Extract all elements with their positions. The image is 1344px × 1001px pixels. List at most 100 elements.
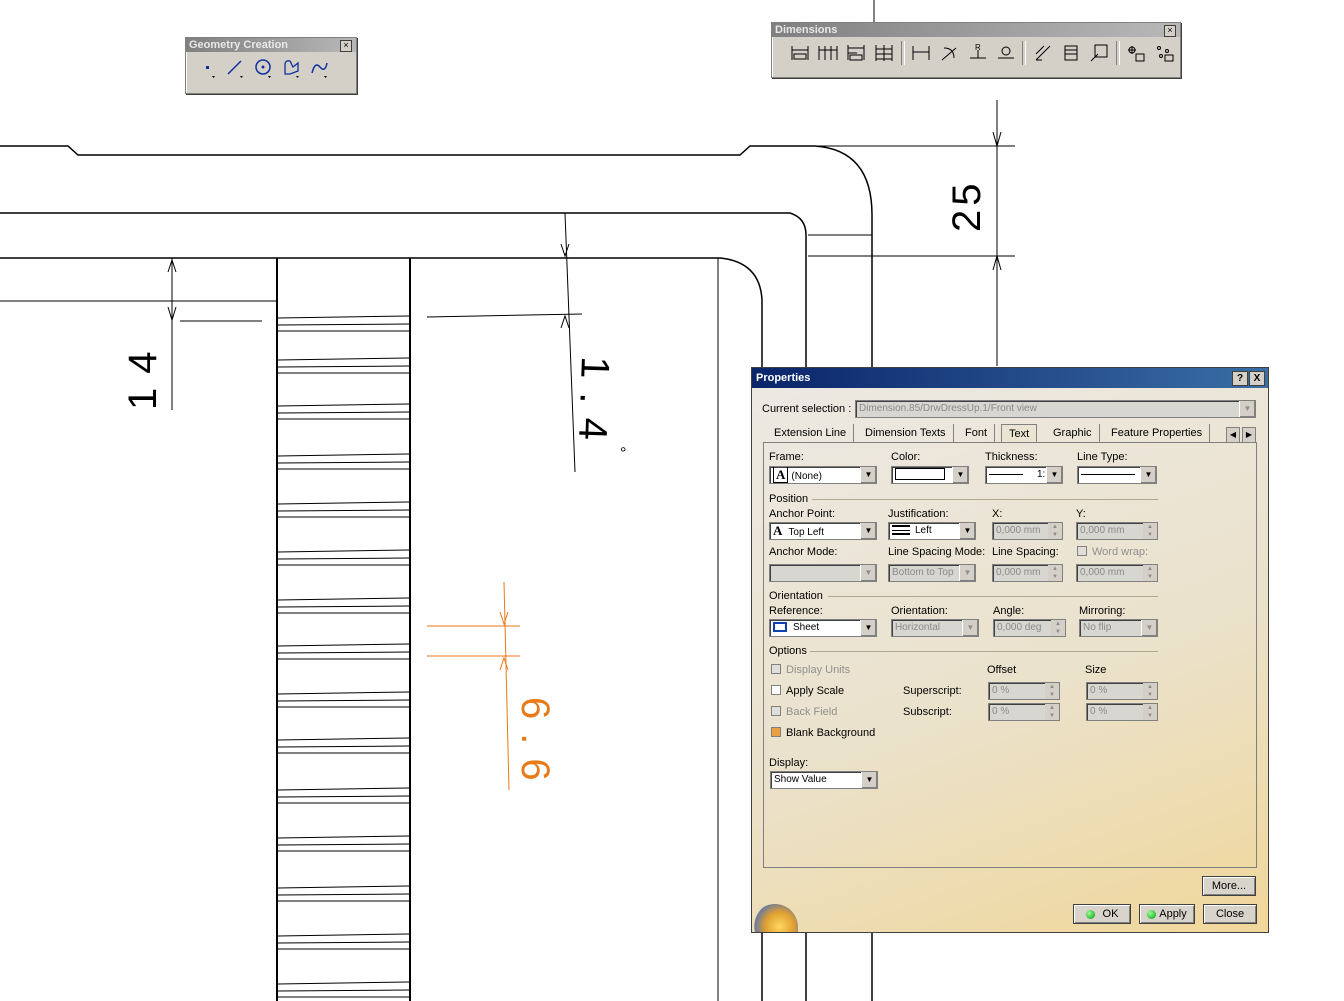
tab-feature-properties[interactable]: Feature Properties [1104, 424, 1211, 442]
superscript-size-spinner-icon[interactable]: ▲ ▼ [1143, 683, 1157, 699]
line-icon[interactable] [224, 56, 248, 80]
chevron-down-icon[interactable]: ▼ [1140, 467, 1156, 483]
thread-dimension-icon[interactable] [1059, 41, 1082, 65]
hatch-line [277, 981, 410, 985]
chevron-down-icon[interactable]: ▼ [952, 467, 968, 483]
dimensions-icon[interactable] [788, 41, 811, 65]
dimensions-toolbar[interactable]: Dimensions × R [771, 22, 1181, 78]
dimension-6-6[interactable] [427, 581, 520, 791]
ok-button[interactable]: OK [1073, 904, 1131, 924]
color-select[interactable]: ▼ [891, 466, 969, 484]
reference-select[interactable]: Sheet ▼ [769, 619, 877, 637]
apply-scale-checkbox[interactable] [771, 685, 781, 695]
chevron-down-icon[interactable]: ▼ [962, 620, 978, 636]
y-field[interactable]: 0,000 mm ▲ ▼ [1076, 522, 1158, 540]
tab-scroll-left-icon[interactable]: ◀ [1226, 427, 1240, 443]
chevron-down-icon[interactable]: ▼ [1239, 401, 1255, 417]
toolbar-close-button[interactable]: × [1164, 25, 1176, 37]
display-label: Display: [769, 757, 809, 769]
y-spinner-icon[interactable]: ▲ ▼ [1143, 523, 1157, 539]
angle-spinner-icon[interactable]: ▲ ▼ [1051, 620, 1065, 636]
more-button[interactable]: More... [1202, 876, 1256, 896]
profile-icon[interactable] [280, 56, 304, 80]
toolbar-separator [1022, 41, 1027, 65]
chamfer-dimension-icon[interactable] [1031, 41, 1054, 65]
superscript-offset-field[interactable]: 0 % ▲ ▼ [988, 682, 1060, 700]
chevron-down-icon[interactable]: ▼ [860, 620, 876, 636]
apply-green-light-icon [1147, 909, 1157, 919]
subscript-offset-spinner-icon[interactable]: ▲ ▼ [1045, 704, 1059, 720]
word-wrap-checkbox[interactable] [1077, 546, 1087, 556]
display-select[interactable]: Show Value ▼ [770, 771, 878, 789]
subscript-offset-field[interactable]: 0 % ▲ ▼ [988, 703, 1060, 721]
chevron-down-icon[interactable]: ▼ [959, 565, 975, 581]
x-spinner-icon[interactable]: ▲ ▼ [1048, 523, 1062, 539]
angle-dimension-icon[interactable] [938, 41, 961, 65]
justification-select[interactable]: Left ▼ [888, 522, 976, 540]
subscript-size-field[interactable]: 0 % ▲ ▼ [1086, 703, 1158, 721]
current-selection-field[interactable]: Dimension.85/DrwDressUp.1/Front view ▼ [855, 400, 1256, 418]
angle-value: 0,000 deg [997, 622, 1042, 633]
tab-graphic[interactable]: Graphic [1046, 424, 1100, 442]
orientation-select[interactable]: Horizontal ▼ [891, 619, 979, 637]
chevron-down-icon[interactable]: ▼ [861, 772, 877, 788]
tab-extension-line[interactable]: Extension Line [767, 424, 855, 442]
apply-button[interactable]: Apply [1139, 904, 1195, 924]
chevron-down-icon[interactable]: ▼ [959, 523, 975, 539]
diameter-dimension-icon[interactable] [994, 41, 1017, 65]
tab-dimension-texts[interactable]: Dimension Texts [858, 424, 954, 442]
chevron-down-icon[interactable]: ▼ [1141, 620, 1157, 636]
hatch-line [277, 787, 410, 791]
line-spacing-mode-select[interactable]: Bottom to Top ▼ [888, 564, 976, 582]
dialog-title: Properties [756, 372, 811, 384]
color-swatch [895, 468, 945, 481]
chevron-down-icon[interactable]: ▼ [1046, 467, 1062, 483]
tab-text[interactable]: Text [1001, 424, 1038, 442]
spline-icon[interactable] [308, 56, 332, 80]
blank-background-checkbox[interactable] [771, 727, 781, 737]
toolbar-close-button[interactable]: × [340, 40, 352, 52]
subscript-size-spinner-icon[interactable]: ▲ ▼ [1143, 704, 1157, 720]
mirroring-select[interactable]: No flip ▼ [1079, 619, 1158, 637]
word-wrap-spinner-icon[interactable]: ▲ ▼ [1143, 565, 1157, 581]
dialog-title-bar[interactable]: Properties ? X [752, 368, 1268, 388]
chevron-down-icon[interactable]: ▼ [860, 565, 876, 581]
tab-scroll-right-icon[interactable]: ▶ [1242, 427, 1256, 443]
anchor-point-select[interactable]: A Top Left ▼ [769, 522, 877, 540]
circle-icon[interactable] [252, 56, 276, 80]
help-button[interactable]: ? [1232, 371, 1248, 386]
stacked-dimensions-icon[interactable] [873, 41, 896, 65]
length-distance-icon[interactable] [910, 41, 933, 65]
superscript-offset-spinner-icon[interactable]: ▲ ▼ [1045, 683, 1059, 699]
dimension-14[interactable] [167, 258, 262, 410]
point-icon[interactable] [196, 56, 220, 80]
anchor-mode-select[interactable]: ▼ [769, 564, 877, 582]
x-field[interactable]: 0,000 mm ▲ ▼ [992, 522, 1063, 540]
cumulated-dimensions-icon[interactable] [844, 41, 867, 65]
display-units-checkbox[interactable] [771, 664, 781, 674]
chevron-down-icon[interactable]: ▼ [860, 523, 876, 539]
frame-select[interactable]: A (None) ▼ [769, 466, 877, 484]
radius-dimension-icon[interactable]: R [966, 41, 989, 65]
geometry-creation-toolbar[interactable]: Geometry Creation × [185, 37, 357, 94]
angle-field[interactable]: 0,000 deg ▲ ▼ [993, 619, 1066, 637]
tab-font[interactable]: Font [958, 424, 996, 442]
line-spacing-spinner-icon[interactable]: ▲ ▼ [1048, 565, 1062, 581]
back-field-checkbox[interactable] [771, 706, 781, 716]
close-button[interactable]: Close [1203, 904, 1257, 924]
line-spacing-field[interactable]: 0,000 mm ▲ ▼ [992, 564, 1063, 582]
chevron-down-icon[interactable]: ▼ [860, 467, 876, 483]
point-coordinate-table-icon[interactable] [1153, 41, 1176, 65]
word-wrap-value: 0,000 mm [1080, 567, 1125, 578]
word-wrap-field[interactable]: 0,000 mm ▲ ▼ [1076, 564, 1158, 582]
line-type-icon [1081, 473, 1135, 475]
coordinate-dimension-icon[interactable] [1088, 41, 1111, 65]
dimension-1-4[interactable] [426, 212, 583, 473]
chained-dimensions-icon[interactable] [816, 41, 839, 65]
close-icon[interactable]: X [1249, 371, 1265, 386]
hole-table-icon[interactable] [1125, 41, 1148, 65]
superscript-size-field[interactable]: 0 % ▲ ▼ [1086, 682, 1158, 700]
current-selection-value: Dimension.85/DrwDressUp.1/Front view [859, 403, 1037, 414]
line-type-select[interactable]: ▼ [1077, 466, 1157, 484]
thickness-select[interactable]: 1: ▼ [985, 466, 1063, 484]
